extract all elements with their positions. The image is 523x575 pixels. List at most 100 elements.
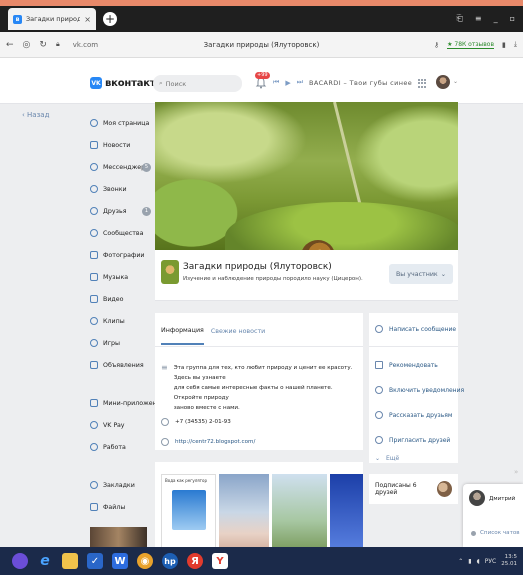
- bookmark-icon[interactable]: ⎗: [456, 14, 462, 24]
- sidebar-item-ads[interactable]: Объявления: [90, 358, 144, 372]
- notifications-bell-icon[interactable]: +99: [255, 72, 270, 89]
- phone-number[interactable]: +7 (34535) 2-01-93: [175, 417, 231, 427]
- write-message-button[interactable]: Написать сообщение: [375, 325, 456, 333]
- photo-caption: Вода как регулятор: [165, 478, 207, 483]
- hp-icon[interactable]: hp: [162, 553, 178, 569]
- cover-moss: [225, 202, 458, 250]
- friends-icon: [90, 207, 98, 215]
- sidebar-item-work[interactable]: Работа: [90, 440, 126, 454]
- music-icon: [90, 273, 98, 281]
- thumbs-up-icon: [375, 361, 383, 369]
- restore-icon[interactable]: ▫: [510, 14, 515, 24]
- history-icon[interactable]: ◎: [23, 40, 31, 50]
- info-website: http://centr72.blogspot.com/: [161, 437, 255, 447]
- subscribed-friends-label: Подписаны 6 друзей: [375, 482, 417, 496]
- clock[interactable]: 13:5 25.01: [501, 554, 517, 568]
- tab-title: Загадки природы (Ялу: [26, 15, 81, 23]
- player-icon[interactable]: ◉: [137, 553, 153, 569]
- ads-icon: [90, 361, 98, 369]
- search-box[interactable]: ⌕: [153, 75, 242, 92]
- yandex-browser-icon[interactable]: Я: [187, 553, 203, 569]
- app-icon[interactable]: ✓: [87, 553, 103, 569]
- download-icon[interactable]: ⤓: [514, 40, 517, 49]
- play-icon[interactable]: ▶: [285, 79, 290, 87]
- window-controls: ⎗ ≡ _ ▫: [456, 14, 523, 24]
- sidebar-item-games[interactable]: Игры: [90, 336, 120, 350]
- enable-notifications-button[interactable]: Включить уведомления: [375, 386, 464, 394]
- sidebar-item-communities[interactable]: Сообщества: [90, 226, 144, 240]
- sidebar-item-messenger[interactable]: Мессенджер 5: [90, 160, 151, 174]
- search-input[interactable]: [165, 79, 236, 88]
- sidebar-item-label: Видео: [103, 295, 124, 303]
- next-track-icon[interactable]: ⏭: [297, 78, 303, 87]
- user-avatar[interactable]: [436, 75, 450, 89]
- menu-icon[interactable]: ≡: [475, 14, 482, 24]
- sidebar-item-friends[interactable]: Друзья 1: [90, 204, 151, 218]
- star-icon: [90, 481, 98, 489]
- now-playing-track[interactable]: BACARDI – Твои губы синее: [309, 79, 412, 87]
- start-icon[interactable]: [12, 553, 28, 569]
- chat-popup[interactable]: Дмитрий Список чатов: [463, 484, 523, 547]
- recommend-button[interactable]: Рекомендовать: [375, 361, 438, 369]
- sidebar-item-music[interactable]: Музыка: [90, 270, 128, 284]
- reviews-badge[interactable]: ★ 78К отзывов: [447, 41, 495, 49]
- vk-logo[interactable]: VK вконтакте: [90, 77, 162, 89]
- sidebar-item-mini-apps[interactable]: Мини-приложения: [90, 396, 165, 410]
- tell-friends-button[interactable]: Рассказать друзьям: [375, 411, 452, 419]
- description-line: заново вместе с нами.: [173, 405, 240, 411]
- file-explorer-icon[interactable]: [62, 553, 78, 569]
- sidebar-item-vk-pay[interactable]: VK Pay: [90, 418, 125, 432]
- back-link[interactable]: ‹ Назад: [22, 111, 49, 119]
- bookmark-flag-icon[interactable]: ▮: [502, 41, 506, 49]
- sidebar-item-label: Звонки: [103, 185, 127, 193]
- member-status-button[interactable]: Вы участник ⌄: [389, 264, 453, 284]
- sidebar-thumbnail-image[interactable]: [90, 527, 147, 547]
- chat-list-link[interactable]: Список чатов: [471, 530, 520, 536]
- tab-information[interactable]: Информация: [161, 315, 204, 345]
- url-field[interactable]: vk.com: [73, 41, 98, 49]
- vk-favicon-icon: в: [13, 14, 22, 24]
- group-header: Загадки природы (Ялуторовск) Изучение и …: [155, 250, 458, 301]
- website-link[interactable]: http://centr72.blogspot.com/: [175, 437, 255, 447]
- internet-explorer-icon[interactable]: e: [37, 553, 53, 569]
- sidebar-item-news[interactable]: Новости: [90, 138, 130, 152]
- info-card: Информация Свежие новости ≡ Эта группа д…: [155, 313, 363, 450]
- invite-friends-button[interactable]: Пригласить друзей: [375, 436, 450, 444]
- reload-icon[interactable]: ↻: [39, 40, 47, 50]
- sidebar-item-photos[interactable]: Фотографии: [90, 248, 145, 262]
- messenger-count-badge: 5: [142, 162, 151, 172]
- sidebar-item-my-page[interactable]: Моя страница: [90, 116, 149, 130]
- subscribed-friends[interactable]: Подписаны 6 друзей: [369, 474, 458, 504]
- sidebar-item-video[interactable]: Видео: [90, 292, 124, 306]
- friend-avatars: [436, 481, 452, 497]
- key-icon[interactable]: ⚷: [434, 41, 439, 49]
- network-icon[interactable]: ▮: [468, 558, 471, 565]
- tray-arrow-icon[interactable]: ⌃: [458, 558, 463, 565]
- chevron-right-icon[interactable]: »: [514, 468, 518, 476]
- new-tab-plus-icon[interactable]: +: [103, 12, 117, 26]
- volume-icon[interactable]: ◖: [477, 558, 480, 565]
- input-language[interactable]: РУС: [485, 558, 496, 565]
- prev-track-icon[interactable]: ⏮: [273, 78, 279, 87]
- sidebar-item-label: Новости: [103, 141, 131, 149]
- back-arrow-icon[interactable]: ←: [6, 40, 14, 50]
- chevron-down-icon[interactable]: ⌄: [453, 78, 458, 85]
- more-button[interactable]: ⌄ Ещё: [375, 455, 399, 462]
- tab-fresh-news[interactable]: Свежие новости: [211, 316, 265, 344]
- sidebar-item-clips[interactable]: Клипы: [90, 314, 125, 328]
- minimize-icon[interactable]: _: [494, 14, 498, 24]
- word-icon[interactable]: W: [112, 553, 128, 569]
- apps-grid-icon[interactable]: [418, 79, 427, 88]
- action-label: Пригласить друзей: [389, 436, 451, 444]
- sidebar-item-label: Закладки: [103, 481, 135, 489]
- close-icon[interactable]: ×: [84, 15, 91, 24]
- sidebar-item-label: Файлы: [103, 503, 126, 511]
- browser-tab[interactable]: в Загадки природы (Ялу ×: [8, 8, 96, 30]
- address-bar: ← ◎ ↻ 🔒︎ vk.com Загадки природы (Ялуторо…: [0, 32, 523, 58]
- sidebar-item-calls[interactable]: Звонки: [90, 182, 127, 196]
- group-avatar[interactable]: [161, 260, 179, 284]
- sidebar-item-files[interactable]: Файлы: [90, 500, 125, 514]
- yandex-icon[interactable]: Y: [212, 553, 228, 569]
- sidebar-item-bookmarks[interactable]: Закладки: [90, 478, 135, 492]
- globe-icon: [161, 438, 169, 446]
